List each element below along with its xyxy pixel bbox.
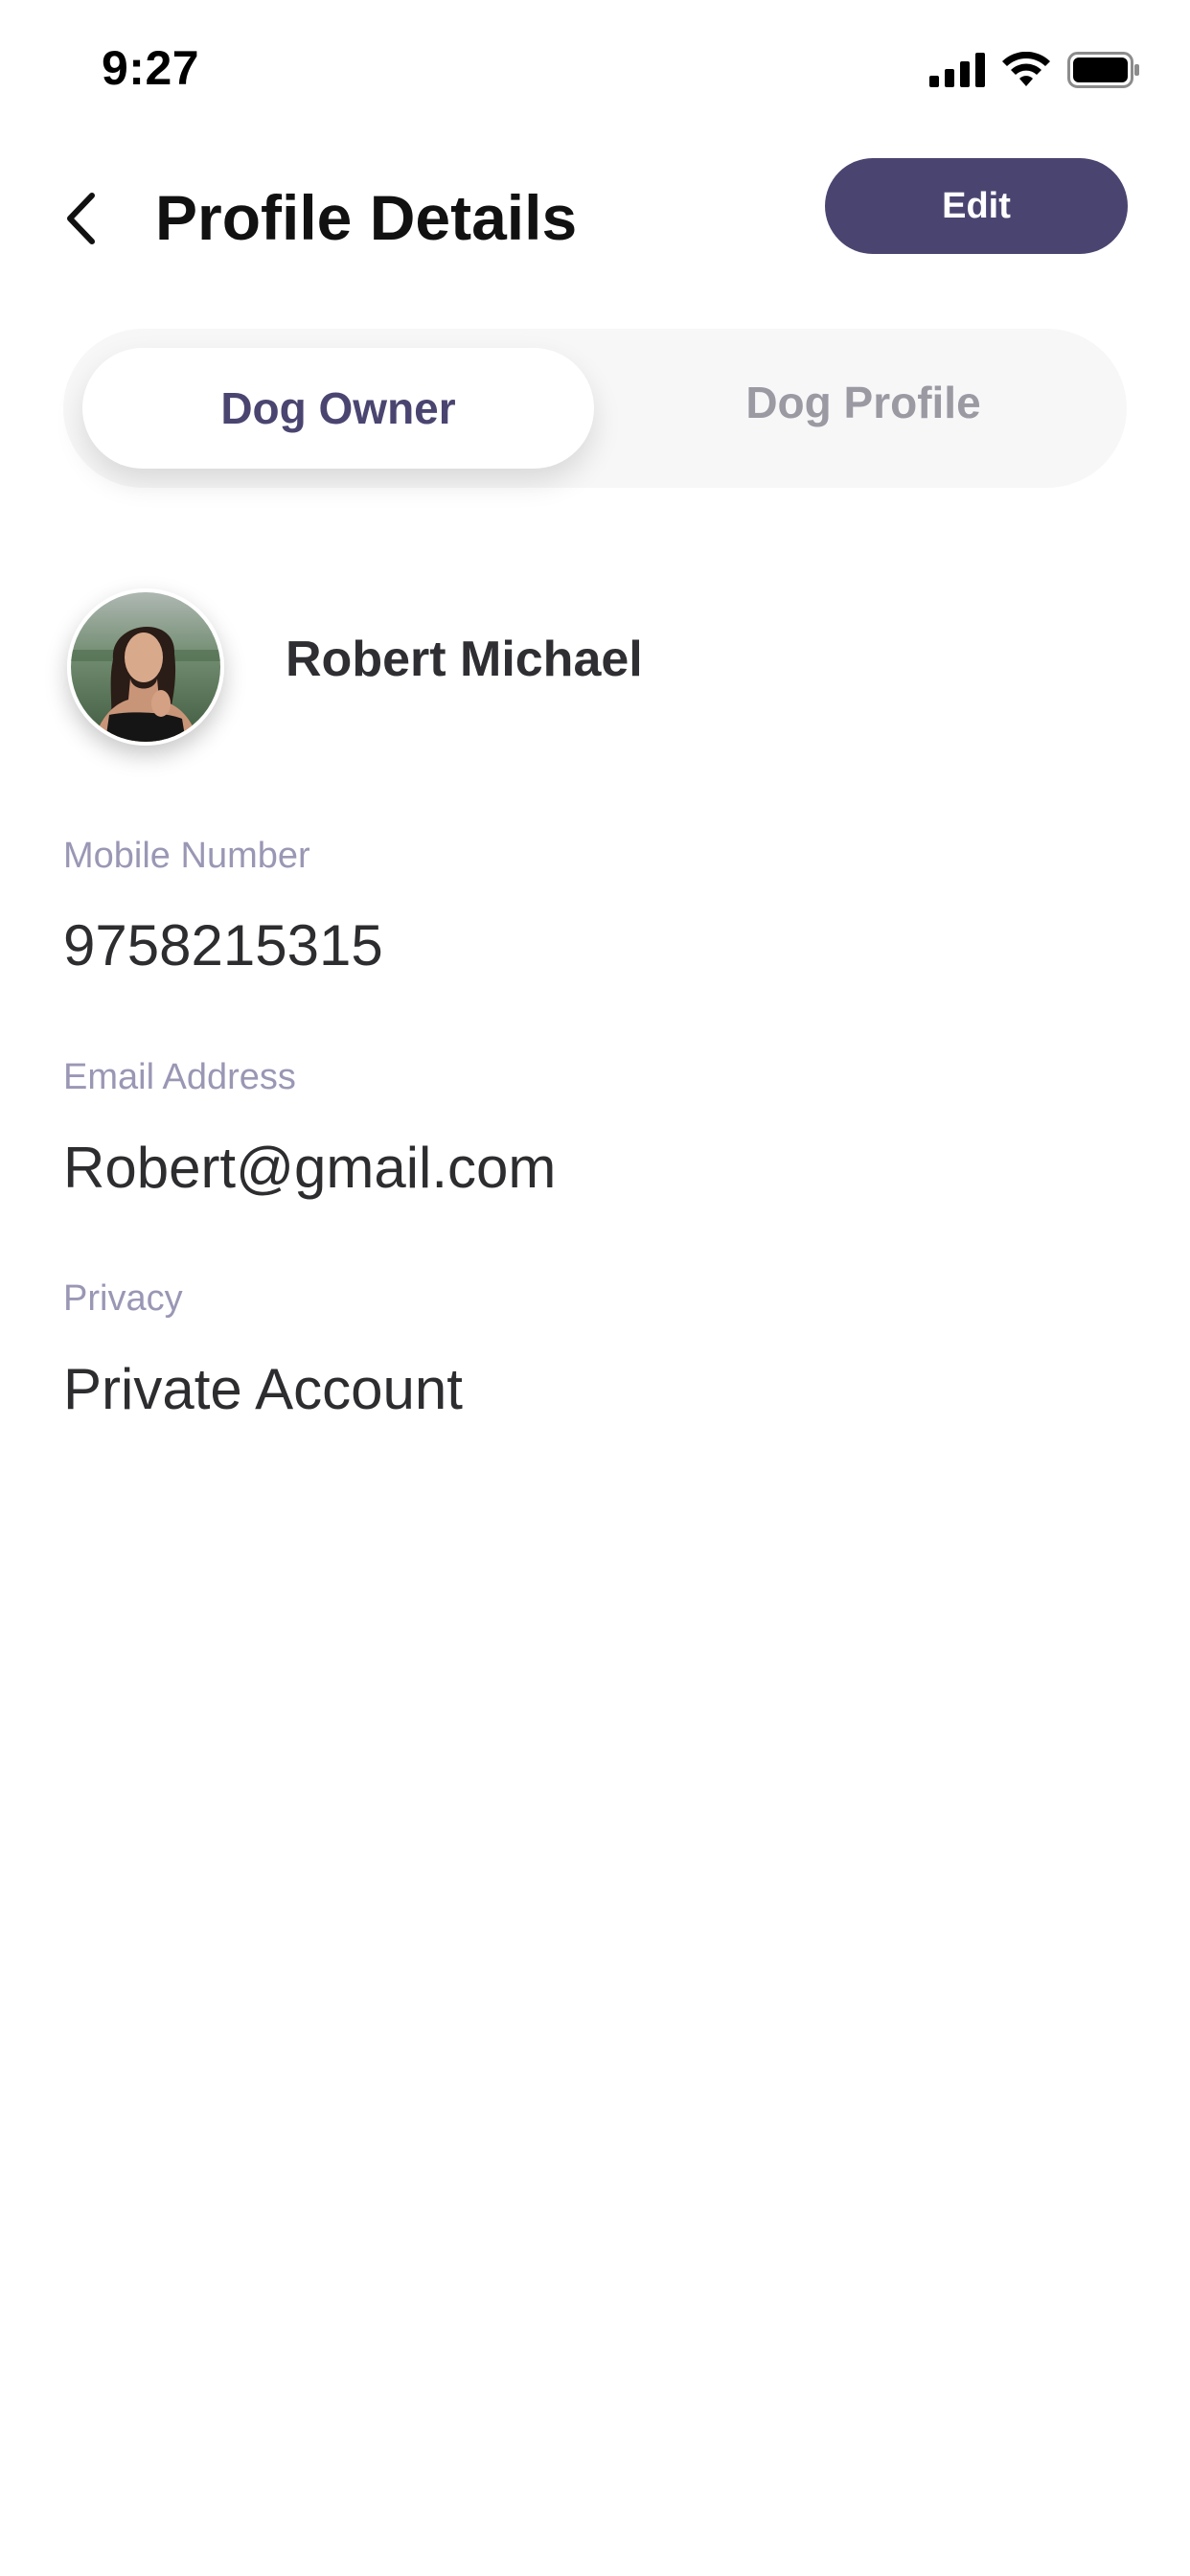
back-button[interactable] bbox=[52, 180, 109, 257]
chevron-left-icon bbox=[67, 193, 95, 244]
wifi-icon bbox=[1002, 52, 1050, 86]
edit-button[interactable]: Edit bbox=[825, 158, 1128, 254]
battery-icon bbox=[1067, 52, 1139, 88]
privacy-value: Private Account bbox=[63, 1357, 463, 1421]
page-title: Profile Details bbox=[155, 182, 578, 253]
email-address-value: Robert@gmail.com bbox=[63, 1136, 557, 1200]
mobile-number-value: 9758215315 bbox=[63, 913, 383, 978]
mobile-number-label: Mobile Number bbox=[63, 836, 310, 876]
profile-name: Robert Michael bbox=[286, 632, 643, 687]
tab-dog-profile[interactable]: Dog Profile bbox=[619, 342, 1108, 463]
tab-dog-owner[interactable]: Dog Owner bbox=[82, 348, 594, 469]
status-time: 9:27 bbox=[102, 41, 200, 95]
profile-tabs: Dog Owner Dog Profile bbox=[63, 329, 1127, 488]
email-address-label: Email Address bbox=[63, 1057, 296, 1097]
avatar[interactable] bbox=[67, 588, 224, 746]
status-icons bbox=[929, 52, 1140, 88]
privacy-label: Privacy bbox=[63, 1278, 183, 1319]
signal-icon bbox=[929, 53, 985, 87]
avatar-photo bbox=[71, 592, 220, 742]
status-bar: 9:27 bbox=[0, 0, 1190, 144]
